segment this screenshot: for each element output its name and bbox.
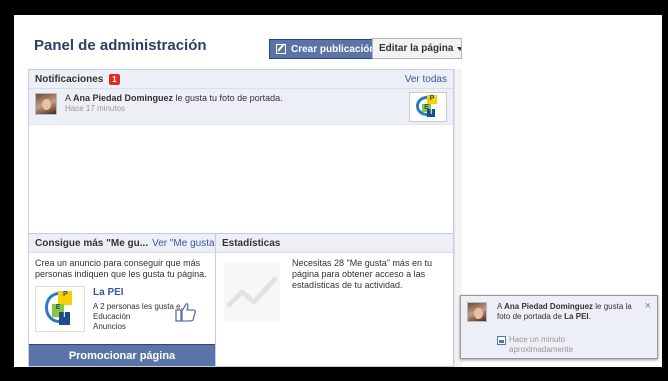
stats-panel: Estadísticas Necesitas 28 "Me gusta" más…	[216, 233, 454, 367]
toast-time: Hace un minuto aproximadamente	[509, 335, 574, 354]
toast-user-name[interactable]: Ana Piedad Dominguez	[504, 302, 593, 311]
edit-page-label: Editar la página	[379, 43, 454, 54]
see-likes-link[interactable]: Ver "Me gusta"	[152, 238, 215, 249]
ad-preview[interactable]: P E I La PEI A 2 personas les gusta e...…	[35, 286, 209, 334]
create-post-label: Crear publicación	[291, 43, 376, 55]
chart-icon	[224, 262, 280, 322]
promote-title: Consigue más "Me gu...	[35, 237, 149, 249]
see-all-link[interactable]: Ver todas	[405, 74, 447, 85]
edit-page-button[interactable]: Editar la página	[372, 38, 462, 59]
notification-text: A Ana Piedad Dominguez le gusta tu foto …	[65, 93, 283, 103]
ad-type: Anuncios	[93, 322, 126, 331]
promote-panel: Consigue más "Me gu... Ver "Me gusta" Cr…	[28, 233, 216, 367]
ad-category: Educación	[93, 312, 131, 321]
create-post-button[interactable]: Crear publicación	[269, 39, 385, 59]
stats-header: Estadísticas	[216, 234, 453, 253]
avatar	[467, 302, 487, 322]
pencil-icon	[276, 44, 286, 54]
notifications-panel: Notificaciones 1 Ver todas A Ana Piedad …	[28, 69, 454, 236]
notifications-count-badge: 1	[109, 73, 120, 85]
ad-page-name[interactable]: La PEI	[93, 287, 124, 298]
notification-user-name[interactable]: Ana Piedad Dominguez	[73, 93, 173, 103]
avatar	[35, 93, 57, 115]
chevron-down-icon	[457, 46, 461, 51]
photo-icon	[497, 336, 506, 345]
notifications-title: Notificaciones	[35, 73, 104, 85]
pei-logo: P E I	[410, 93, 446, 121]
toast-page-name[interactable]: La PEI	[564, 312, 588, 321]
promote-header: Consigue más "Me gu... Ver "Me gusta"	[29, 234, 215, 253]
promote-page-button[interactable]: Promocionar página	[29, 344, 215, 366]
notification-time: Hace 17 minutos	[65, 104, 126, 113]
notifications-header: Notificaciones 1 Ver todas	[29, 70, 453, 89]
thumbs-up-icon	[175, 303, 196, 322]
header: Panel de administración Crear publicació…	[14, 15, 662, 65]
promote-description: Crea un anuncio para conseguir que más p…	[35, 258, 207, 279]
close-icon[interactable]: ×	[645, 300, 651, 312]
page-title: Panel de administración	[34, 37, 207, 54]
ad-logo: P E I	[35, 286, 85, 332]
notification-item[interactable]: A Ana Piedad Dominguez le gusta tu foto …	[29, 89, 453, 125]
toast-text: A Ana Piedad Dominguez le gusta la foto …	[497, 302, 632, 321]
ad-likes-line: A 2 personas les gusta e...	[93, 302, 188, 311]
stats-message: Necesitas 28 "Me gusta" más en tu página…	[292, 258, 432, 290]
notification-toast[interactable]: A Ana Piedad Dominguez le gusta la foto …	[460, 295, 658, 359]
page-cover-thumbnail[interactable]: P E I	[409, 92, 447, 122]
stats-title: Estadísticas	[222, 237, 281, 249]
